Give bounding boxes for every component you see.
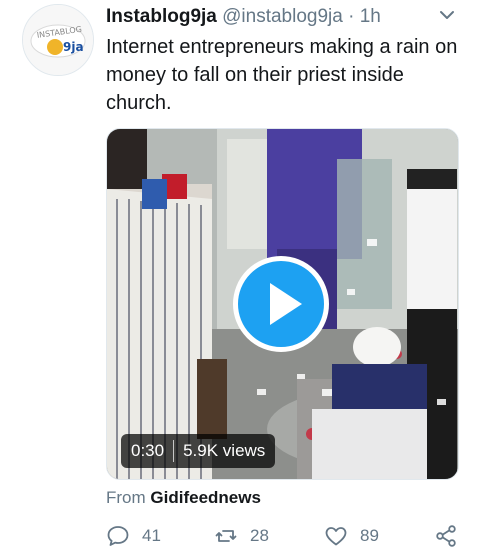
share-icon: [436, 525, 456, 547]
like-count: 89: [360, 526, 379, 545]
svg-text:9ja: 9ja: [63, 40, 84, 54]
separator: ·: [348, 6, 355, 27]
tweet-header: Instablog9ja @instablog9ja · 1h: [106, 4, 460, 30]
handle[interactable]: @instablog9ja: [222, 6, 343, 27]
instablog-logo: INSTABLOG 9ja: [23, 5, 93, 75]
play-icon: [270, 283, 302, 325]
share-button[interactable]: [434, 524, 470, 548]
retweet-count: 28: [250, 526, 269, 545]
video-source: From Gidifeednews: [106, 488, 261, 508]
tweet-text: Internet entrepreneurs making a rain on …: [106, 36, 458, 114]
video-duration: 0:30: [131, 441, 165, 460]
video-info-badge: 0:30 5.9K views: [121, 434, 276, 468]
tweet-actions: 41 28 89: [106, 524, 466, 554]
source-prefix: From: [106, 488, 146, 507]
retweet-button[interactable]: 28: [214, 524, 269, 548]
avatar[interactable]: INSTABLOG 9ja: [22, 4, 94, 76]
like-icon: [325, 527, 347, 546]
retweet-icon: [215, 530, 237, 542]
divider: [173, 440, 175, 462]
play-button[interactable]: [233, 256, 329, 352]
timestamp[interactable]: 1h: [360, 6, 381, 27]
source-name[interactable]: Gidifeednews: [150, 488, 261, 507]
like-button[interactable]: 89: [324, 524, 379, 548]
display-name[interactable]: Instablog9ja: [106, 6, 217, 27]
reply-count: 41: [142, 526, 161, 545]
reply-icon: [107, 526, 129, 546]
caret-down-icon[interactable]: [438, 6, 456, 24]
video-views: 5.9K views: [183, 441, 266, 460]
video-player[interactable]: 0:30 5.9K views: [106, 128, 459, 480]
reply-button[interactable]: 41: [106, 524, 161, 548]
